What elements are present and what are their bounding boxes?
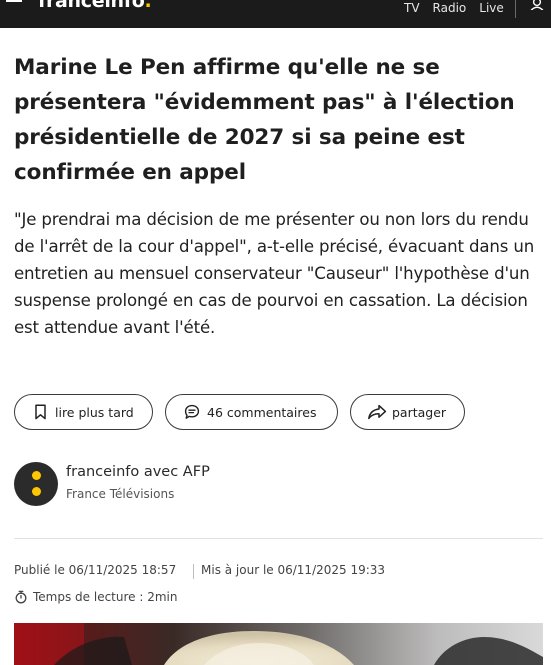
comments-button[interactable]: 46 commentaires (165, 394, 338, 430)
updated-date: Mis à jour le 06/11/2025 19:33 (201, 563, 386, 577)
article-photo-image (14, 623, 543, 665)
article-lead: "Je prendrai ma décision de me présenter… (14, 210, 535, 337)
user-icon[interactable] (529, 0, 545, 10)
brand-logo[interactable]: franceinfo. (38, 0, 152, 12)
author-name[interactable]: franceinfo avec AFP (66, 464, 210, 480)
share-button[interactable]: partager (350, 394, 465, 430)
brand-dot: . (144, 0, 152, 12)
read-later-label: lire plus tard (55, 404, 134, 420)
author-avatar[interactable] (14, 462, 58, 506)
author-block: franceinfo avec AFP France Télévisions (14, 462, 534, 508)
meta-divider (14, 538, 543, 539)
date-separator (193, 564, 194, 579)
nav-item-tv[interactable]: TV (404, 1, 420, 15)
nav-item-live[interactable]: Live (479, 1, 504, 15)
site-header: franceinfo. TV Radio Live (0, 0, 551, 28)
bookmark-icon (35, 404, 46, 420)
nav-divider (515, 0, 516, 18)
main-nav: TV Radio Live (404, 1, 517, 15)
share-icon (368, 404, 387, 420)
comments-count-label: 46 commentaires (207, 404, 317, 420)
menu-icon[interactable] (6, 0, 22, 4)
article-title: Marine Le Pen affirme qu'elle ne se prés… (14, 55, 515, 185)
author-organization: France Télévisions (66, 487, 175, 501)
nav-item-radio[interactable]: Radio (433, 1, 467, 15)
article-photo (14, 623, 543, 665)
brand-name: franceinfo (38, 0, 145, 12)
share-label: partager (392, 404, 447, 420)
read-later-button[interactable]: lire plus tard (14, 394, 153, 430)
comment-icon (184, 404, 200, 419)
reading-time-label: Temps de lecture : 2min (33, 590, 178, 604)
reading-time: Temps de lecture : 2min (14, 589, 177, 605)
stopwatch-icon (15, 590, 27, 604)
published-date: Publié le 06/11/2025 18:57 (14, 563, 177, 577)
